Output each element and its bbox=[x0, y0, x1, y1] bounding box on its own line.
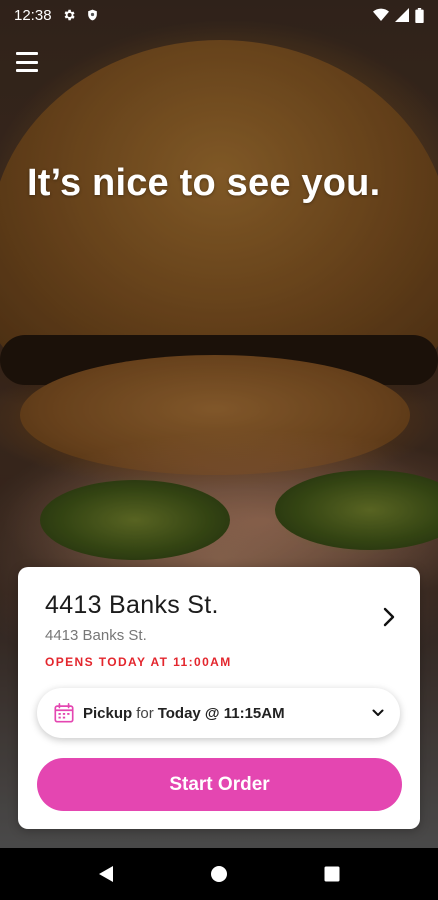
status-bar: 12:38 bbox=[0, 0, 438, 30]
start-order-button[interactable]: Start Order bbox=[37, 758, 402, 811]
chevron-down-icon bbox=[372, 709, 384, 716]
back-triangle-icon[interactable] bbox=[91, 859, 121, 889]
shield-icon bbox=[87, 9, 97, 21]
order-mode: Pickup bbox=[83, 704, 133, 722]
welcome-headline: It’s nice to see you. bbox=[27, 162, 381, 204]
battery-icon bbox=[415, 7, 424, 23]
wifi-icon bbox=[373, 8, 389, 21]
system-navigation-bar bbox=[0, 848, 438, 900]
home-circle-icon[interactable] bbox=[204, 859, 234, 889]
order-connector: for bbox=[136, 704, 154, 722]
hamburger-menu-icon[interactable] bbox=[16, 52, 40, 72]
pickup-summary: Pickup for Today @ 11:15AM bbox=[83, 705, 285, 722]
calendar-icon bbox=[54, 703, 74, 723]
hours-status: OPENS TODAY AT 11:00AM bbox=[45, 655, 232, 669]
status-time: 12:38 bbox=[14, 6, 52, 24]
location-address: 4413 Banks St. bbox=[45, 627, 147, 644]
chevron-right-icon[interactable] bbox=[382, 607, 396, 627]
recents-square-icon[interactable] bbox=[317, 859, 347, 889]
gear-icon bbox=[64, 9, 75, 21]
app-screen: 12:38 It’s nice to see you. 4413 Banks S… bbox=[0, 0, 438, 900]
location-selector[interactable]: 4413 Banks St. 4413 Banks St. OPENS TODA… bbox=[18, 567, 420, 677]
location-title: 4413 Banks St. bbox=[45, 591, 219, 619]
pickup-time-selector[interactable]: Pickup for Today @ 11:15AM bbox=[37, 688, 400, 738]
signal-icon bbox=[395, 8, 409, 22]
order-time: Today @ 11:15AM bbox=[157, 704, 285, 722]
location-card: 4413 Banks St. 4413 Banks St. OPENS TODA… bbox=[18, 567, 420, 829]
